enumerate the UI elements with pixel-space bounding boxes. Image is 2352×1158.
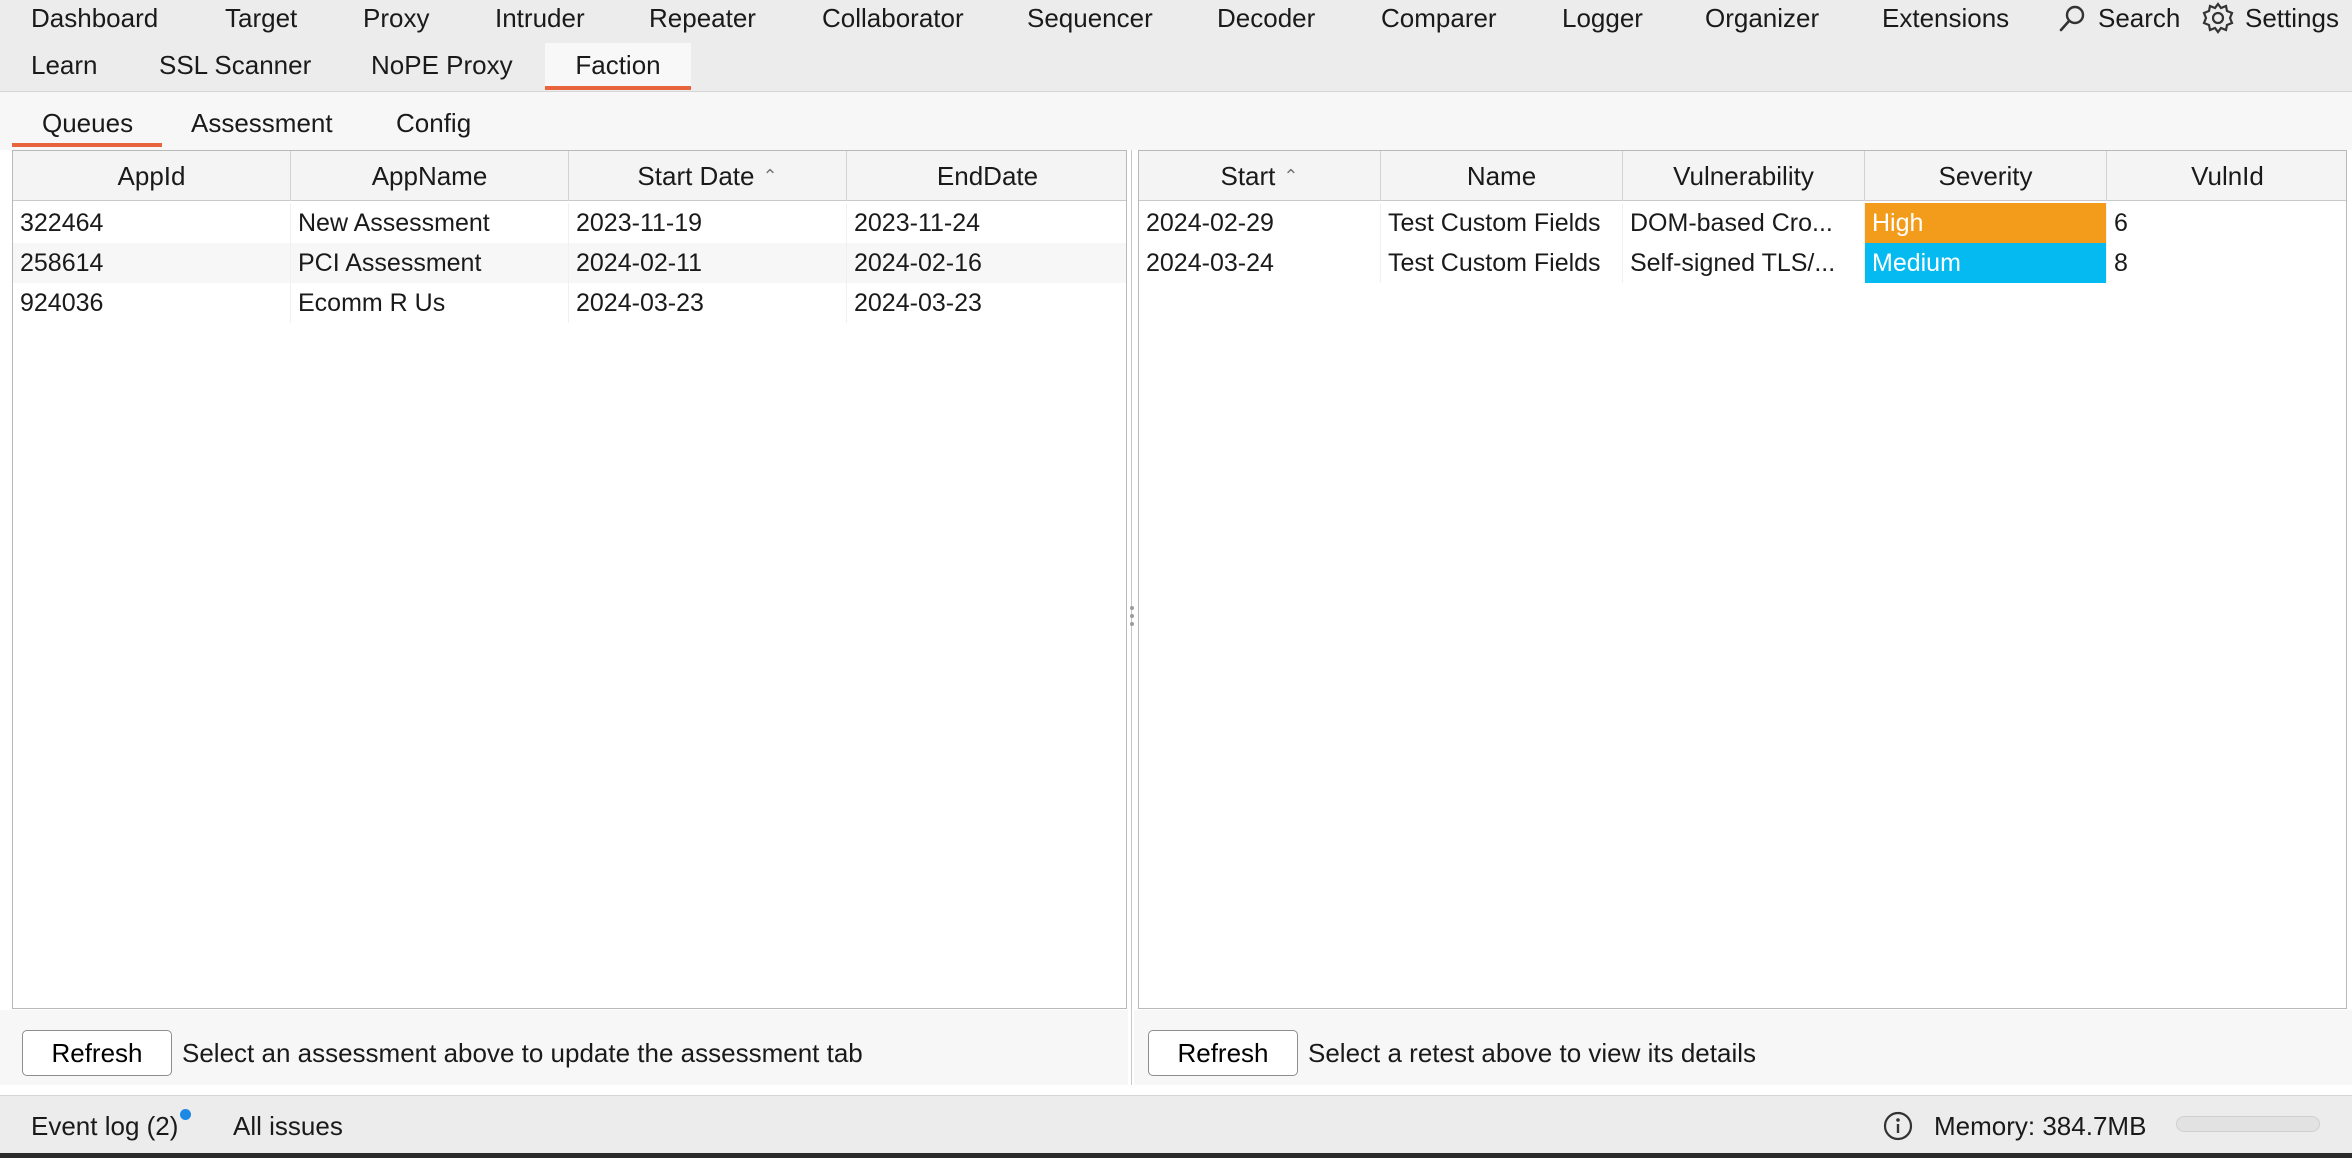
header-label: Name	[1466, 160, 1537, 191]
memory-usage-label: Memory: 384.7MB	[1934, 1111, 2147, 1141]
cell-start-date: 2024-03-23	[569, 283, 847, 323]
tab-intruder[interactable]: Intruder	[495, 1, 585, 35]
tab-collaborator[interactable]: Collaborator	[822, 1, 964, 35]
splitter-grip-icon[interactable]	[1129, 606, 1135, 634]
tab-ssl-scanner[interactable]: SSL Scanner	[159, 48, 311, 82]
tab-decoder[interactable]: Decoder	[1217, 1, 1315, 35]
sort-ascending-icon: ⌃	[1283, 165, 1299, 186]
cell-severity-high: High	[1865, 203, 2107, 243]
active-tab-indicator	[545, 86, 691, 90]
tab-learn[interactable]: Learn	[31, 48, 98, 82]
tab-target[interactable]: Target	[225, 1, 297, 35]
table-row[interactable]: 2024-03-24 Test Custom Fields Self-signe…	[1139, 243, 2346, 283]
search-icon	[2059, 5, 2085, 32]
column-header-enddate[interactable]: EndDate	[847, 151, 1126, 201]
header-label: Severity	[1938, 160, 2033, 191]
notification-dot-icon	[180, 1109, 191, 1120]
cell-appid: 322464	[13, 203, 291, 243]
search-button[interactable]: Search	[2058, 0, 2180, 36]
table-row[interactable]: 258614 PCI Assessment 2024-02-11 2024-02…	[13, 243, 1126, 283]
all-issues-link[interactable]: All issues	[233, 1109, 343, 1143]
header-label: AppName	[371, 160, 488, 191]
header-label: AppId	[117, 160, 186, 191]
tab-organizer[interactable]: Organizer	[1705, 1, 1819, 35]
status-bar: Event log (2) All issues Memory: 384.7MB	[0, 1095, 2352, 1153]
tab-extensions[interactable]: Extensions	[1882, 1, 2009, 35]
table-row[interactable]: 2024-02-29 Test Custom Fields DOM-based …	[1139, 203, 2346, 243]
retest-table: Start ⌃ Name Vulnerability Severity VulnI…	[1138, 150, 2347, 1009]
cell-name: Test Custom Fields	[1381, 203, 1623, 243]
column-header-vulnid[interactable]: VulnId	[2107, 151, 2346, 201]
column-header-appname[interactable]: AppName	[291, 151, 569, 201]
active-subtab-indicator	[12, 143, 162, 147]
retest-controls: Refresh Select a retest above to view it…	[1134, 1010, 2352, 1085]
event-log-link[interactable]: Event log (2)	[31, 1109, 178, 1143]
subtab-assessment[interactable]: Assessment	[191, 106, 333, 140]
column-header-start-date[interactable]: Start Date ⌃	[569, 151, 847, 201]
tab-comparer[interactable]: Comparer	[1381, 1, 1497, 35]
table-row[interactable]: 322464 New Assessment 2023-11-19 2023-11…	[13, 203, 1126, 243]
header-label: Vulnerability	[1673, 160, 1814, 191]
header-label: Start Date	[637, 160, 755, 191]
tab-repeater[interactable]: Repeater	[649, 1, 756, 35]
settings-label: Settings	[2245, 2, 2339, 33]
search-label: Search	[2098, 2, 2181, 33]
header-label: EndDate	[936, 160, 1039, 191]
cell-appid: 924036	[13, 283, 291, 323]
refresh-retests-button[interactable]: Refresh	[1148, 1030, 1298, 1076]
tab-dashboard[interactable]: Dashboard	[31, 1, 158, 35]
tab-nope-proxy[interactable]: NoPE Proxy	[371, 48, 513, 82]
faction-sub-tab-bar: Queues Assessment Config	[0, 92, 2352, 150]
queue-controls: Refresh Select an assessment above to up…	[0, 1010, 1128, 1085]
main-tab-bar: Dashboard Target Proxy Intruder Repeater…	[0, 0, 2352, 92]
column-header-appid[interactable]: AppId	[13, 151, 291, 201]
column-header-name[interactable]: Name	[1381, 151, 1623, 201]
table-row[interactable]: 924036 Ecomm R Us 2024-03-23 2024-03-23	[13, 283, 1126, 323]
cell-severity-medium: Medium	[1865, 243, 2107, 283]
header-label: Start	[1220, 160, 1276, 191]
cell-vulnerability: DOM-based Cro...	[1623, 203, 1865, 243]
assessment-hint-text: Select an assessment above to update the…	[182, 1038, 863, 1068]
tab-faction[interactable]: Faction	[545, 43, 691, 87]
cell-appname: Ecomm R Us	[291, 283, 569, 323]
sort-ascending-icon: ⌃	[762, 165, 778, 186]
retest-hint-text: Select a retest above to view its detail…	[1308, 1038, 1757, 1068]
cell-end-date: 2023-11-24	[847, 203, 1126, 243]
gear-icon	[2202, 2, 2234, 34]
table-header: Start ⌃ Name Vulnerability Severity VulnI…	[1139, 151, 2346, 201]
cell-appname: New Assessment	[291, 203, 569, 243]
cell-end-date: 2024-02-16	[847, 243, 1126, 283]
subtab-queues[interactable]: Queues	[42, 106, 133, 140]
refresh-assessments-button[interactable]: Refresh	[22, 1030, 172, 1076]
cell-appname: PCI Assessment	[291, 243, 569, 283]
cell-vulnid: 8	[2107, 243, 2346, 283]
cell-start: 2024-02-29	[1139, 203, 1381, 243]
column-header-severity[interactable]: Severity	[1865, 151, 2107, 201]
memory-usage-bar	[2176, 1116, 2320, 1132]
tab-proxy[interactable]: Proxy	[363, 1, 429, 35]
cell-name: Test Custom Fields	[1381, 243, 1623, 283]
cell-start-date: 2024-02-11	[569, 243, 847, 283]
cell-appid: 258614	[13, 243, 291, 283]
cell-start: 2024-03-24	[1139, 243, 1381, 283]
info-icon[interactable]	[1882, 1110, 1914, 1142]
column-header-vulnerability[interactable]: Vulnerability	[1623, 151, 1865, 201]
cell-end-date: 2024-03-23	[847, 283, 1126, 323]
column-header-start[interactable]: Start ⌃	[1139, 151, 1381, 201]
tab-sequencer[interactable]: Sequencer	[1027, 1, 1153, 35]
window-bottom-edge	[0, 1153, 2352, 1158]
header-label: VulnId	[2191, 160, 2264, 191]
tab-logger[interactable]: Logger	[1562, 1, 1643, 35]
cell-vulnerability: Self-signed TLS/...	[1623, 243, 1865, 283]
cell-vulnid: 6	[2107, 203, 2346, 243]
subtab-config[interactable]: Config	[396, 106, 471, 140]
assessment-queue-table: AppId AppName Start Date ⌃ EndDate 322464…	[12, 150, 1127, 1009]
settings-button[interactable]: Settings	[2201, 0, 2339, 36]
table-header: AppId AppName Start Date ⌃ EndDate	[13, 151, 1126, 201]
cell-start-date: 2023-11-19	[569, 203, 847, 243]
